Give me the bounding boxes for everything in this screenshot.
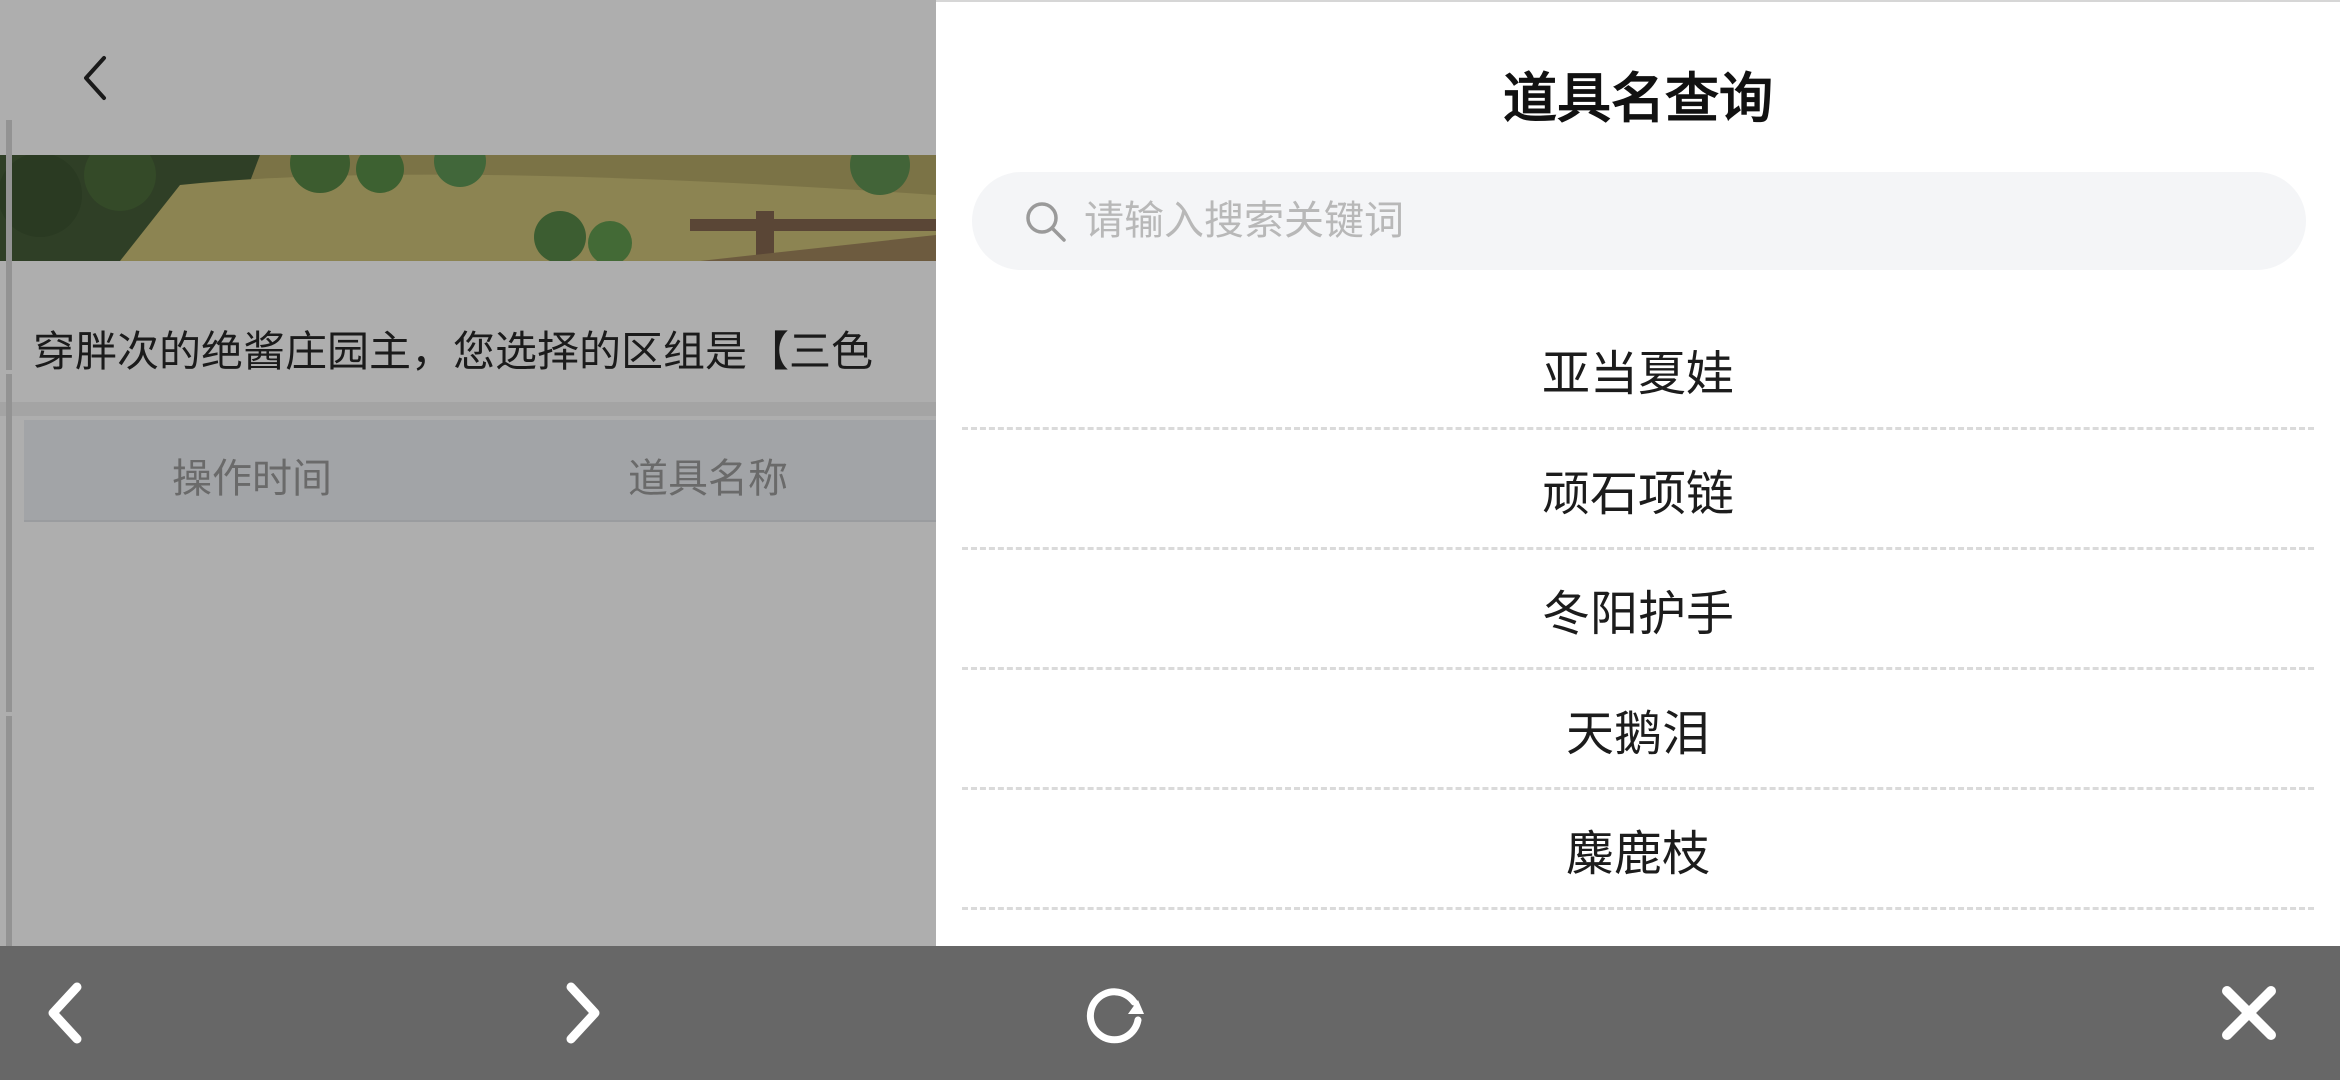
refresh-icon [1086,988,1144,1044]
chevron-right-icon [566,982,600,1044]
divider [0,402,936,416]
result-item[interactable]: 麋鹿枝 [962,790,2314,910]
bottom-toolbar [0,946,2340,1080]
search-input[interactable] [1084,172,2264,270]
close-icon [2222,986,2276,1040]
drawer-title: 道具名查询 [1503,67,1773,130]
toolbar-forward-button[interactable] [538,968,628,1058]
search-icon [1026,202,1066,242]
table-header: 操作时间 道具名称 [24,420,936,522]
result-item[interactable]: 亚当夏娃 [962,310,2314,430]
banner-image [0,155,936,261]
back-button[interactable] [70,48,120,108]
search-box[interactable] [972,172,2306,270]
scrollbar[interactable] [4,120,14,946]
result-item[interactable]: 顽石项链 [962,430,2314,550]
chevron-left-icon [84,56,106,100]
column-header-operation-time: 操作时间 [172,456,332,502]
toolbar-back-button[interactable] [20,968,110,1058]
column-header-item-name: 道具名称 [628,456,788,502]
result-list: 亚当夏娃 顽石项链 冬阳护手 天鹅泪 麋鹿枝 [962,310,2314,910]
toolbar-refresh-button[interactable] [1070,968,1160,1058]
result-item[interactable]: 天鹅泪 [962,670,2314,790]
zone-notice-text: 穿胖次的绝酱庄园主，您选择的区组是【三色 [33,327,874,376]
item-search-drawer: 道具名查询 亚当夏娃 顽石项链 冬阳护手 天鹅泪 麋鹿枝 [936,0,2340,946]
toolbar-close-button[interactable] [2204,968,2294,1058]
result-item[interactable]: 冬阳护手 [962,550,2314,670]
chevron-left-icon [48,982,82,1044]
background-page: 穿胖次的绝酱庄园主，您选择的区组是【三色 操作时间 道具名称 [0,0,936,946]
